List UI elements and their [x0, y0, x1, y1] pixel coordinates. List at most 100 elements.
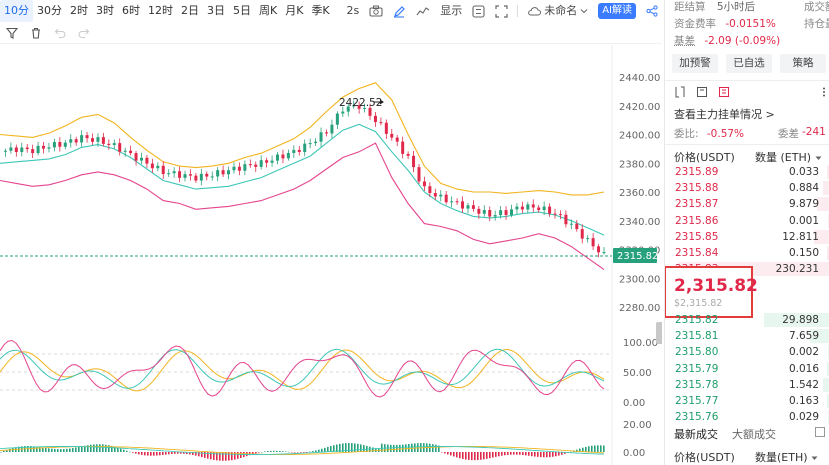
panel-collapse-handle[interactable] — [656, 322, 662, 344]
macd-bar — [360, 444, 362, 452]
tab-large-trades[interactable]: 大额成交 — [732, 426, 776, 442]
undo-icon[interactable] — [51, 24, 69, 42]
interval-selector[interactable]: 2s — [342, 0, 363, 22]
timeframe-tab[interactable]: 月K — [281, 0, 307, 22]
candle-body — [335, 113, 339, 125]
large-trades-checkbox[interactable] — [815, 427, 825, 437]
display-menu[interactable]: 显示 — [436, 0, 466, 22]
watchlist-button[interactable]: 已自选 — [726, 54, 772, 73]
filter-icon[interactable] — [3, 24, 21, 42]
ask-row[interactable]: 2315.84 0.150 — [665, 245, 829, 261]
timeframe-tab[interactable]: 6时 — [118, 0, 144, 22]
candle-body — [150, 163, 154, 169]
candle-body — [461, 201, 465, 209]
candle-body — [194, 175, 198, 181]
fullscreen-icon[interactable] — [491, 0, 512, 22]
lower-band-line — [0, 142, 605, 271]
macd-bar — [306, 452, 308, 453]
candle-body — [265, 160, 269, 163]
price-chart[interactable]: 2440.00 2420.00 2400.00 2380.00 2360.00 2340.… — [0, 45, 662, 465]
indicator-icon[interactable] — [412, 0, 434, 22]
share-icon[interactable] — [642, 0, 662, 22]
settlement-label: 距结算 — [674, 1, 706, 13]
ask-row[interactable]: 2315.86 0.001 — [665, 213, 829, 229]
candle-body — [509, 209, 513, 215]
trades-qty-label: 数量(ETH) — [755, 451, 808, 464]
timeframe-tab[interactable]: 周K — [255, 0, 281, 22]
bid-row[interactable]: 2315.78 1.542 — [665, 377, 829, 393]
bid-row[interactable]: 2315.79 0.016 — [665, 361, 829, 377]
macd-bar — [540, 452, 542, 458]
price-axis: 2440.00 2420.00 2400.00 2380.00 2360.00 2340.… — [619, 73, 660, 314]
macd-bar — [405, 444, 407, 452]
ask-layout-icon[interactable] — [718, 86, 730, 98]
timeframe-tab[interactable]: 季K — [307, 0, 333, 22]
timeframe-tab[interactable]: 30分 — [33, 0, 66, 22]
settings-icon[interactable] — [468, 0, 489, 22]
macd-bar — [288, 451, 290, 453]
candle-body — [205, 173, 209, 177]
ask-row[interactable]: 2315.88 0.884 — [665, 180, 829, 196]
timeframe-tab[interactable]: 10分 — [0, 0, 33, 22]
candle-body — [368, 107, 372, 116]
order-qty: 0.150 — [788, 247, 819, 259]
tab-latest-trades[interactable]: 最新成交 — [674, 426, 718, 442]
add-alert-button[interactable]: 加预警 — [672, 54, 718, 73]
candlesticks — [3, 100, 606, 258]
macd-bar — [315, 450, 317, 452]
ai-analysis-button[interactable]: AI解读 — [598, 3, 636, 19]
timeframe-tab[interactable]: 3时 — [92, 0, 118, 22]
order-qty: 0.033 — [788, 166, 819, 178]
macd-bar — [531, 452, 533, 457]
timeframe-tab[interactable]: 2时 — [66, 0, 92, 22]
macd-bar — [444, 452, 446, 454]
ask-row[interactable]: 2315.89 0.033 — [665, 164, 829, 180]
chart-area[interactable]: 10分 30分 2时 3时 6时 12时 2日 3日 5日 周K 月K 季K 2s 显示 未命名 — [0, 0, 662, 465]
orderbook-header: 价格(USDT) 数量 (ETH) — [674, 149, 824, 165]
timeframe-tab[interactable]: 3日 — [203, 0, 229, 22]
macd-bar — [303, 452, 305, 453]
candle-body — [221, 170, 225, 175]
bid-row[interactable]: 2315.76 0.029 — [665, 409, 829, 425]
qty-column-header[interactable]: 数量 (ETH) — [755, 149, 822, 165]
macd-bar — [162, 452, 164, 455]
bracket-icon[interactable] — [674, 86, 686, 98]
macd-bar — [171, 452, 173, 455]
candle-body — [488, 210, 492, 217]
bid-row[interactable]: 2315.80 0.002 — [665, 344, 829, 360]
redo-icon[interactable] — [75, 24, 93, 42]
macd-bar — [513, 452, 515, 455]
macd-bar — [471, 452, 473, 461]
bid-row[interactable]: 2315.82 29.898 — [665, 312, 829, 328]
candle-body — [373, 115, 377, 123]
macd-bar — [105, 444, 107, 452]
ask-row[interactable]: 2315.87 9.879 — [665, 196, 829, 212]
bar-layout-icon[interactable] — [696, 86, 708, 98]
macd-bar — [477, 452, 479, 461]
layout-selector[interactable]: 未命名 — [523, 0, 592, 22]
timeframe-tab[interactable]: 2日 — [177, 0, 203, 22]
pen-icon[interactable] — [389, 0, 410, 22]
candle-body — [276, 154, 280, 161]
candle-body — [542, 206, 546, 211]
mini-tools — [674, 86, 730, 98]
bid-row[interactable]: 2315.81 7.659 — [665, 328, 829, 344]
trades-qty-header[interactable]: 数量(ETH) — [755, 449, 818, 465]
main-orders-link[interactable]: 查看主力挂单情况 > — [674, 106, 775, 122]
camera-icon[interactable] — [365, 0, 387, 22]
macd-bar — [399, 444, 401, 452]
candle-body — [20, 147, 24, 153]
ask-row[interactable]: 2315.85 12.811 — [665, 229, 829, 245]
more-vertical-icon[interactable] — [822, 87, 826, 97]
timeframe-tab[interactable]: 5日 — [229, 0, 255, 22]
timeframe-tab[interactable]: 12时 — [144, 0, 177, 22]
macd-bar — [9, 448, 11, 452]
candle-body — [188, 174, 192, 176]
trash-icon[interactable] — [27, 24, 45, 42]
macd-bar — [318, 449, 320, 452]
macd-bar — [138, 452, 140, 455]
bid-row[interactable]: 2315.77 0.163 — [665, 393, 829, 409]
macd-bar — [516, 452, 518, 455]
candle-body — [3, 150, 7, 152]
strategy-button[interactable]: 策略 — [780, 54, 826, 73]
